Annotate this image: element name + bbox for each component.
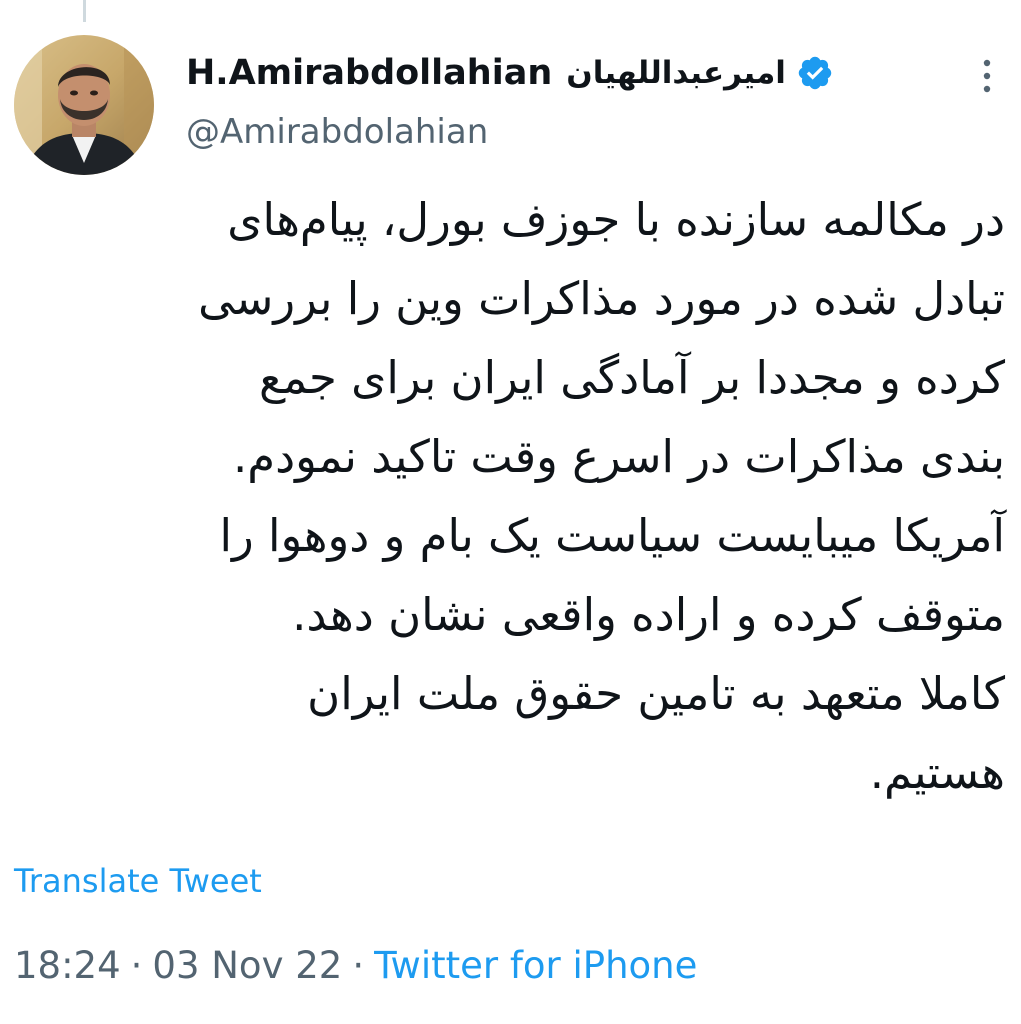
tweet-text-line: بندی مذاکرات در اسرع وقت تاکید نمودم. xyxy=(232,430,1005,483)
tweet-text-line: در مکالمه سازنده با جوزف بورل، پیام‌های xyxy=(227,193,1005,246)
more-vertical-icon[interactable] xyxy=(972,54,1002,98)
tweet-time[interactable]: 18:24 xyxy=(14,944,121,987)
meta-separator: · xyxy=(130,944,143,987)
author-handle[interactable]: @Amirabdolahian xyxy=(186,112,488,152)
tweet-metadata: 18:24 · 03 Nov 22 · Twitter for iPhone xyxy=(14,944,697,987)
author-name-row[interactable]: H.Amirabdollahian امیرعبداللهیان xyxy=(186,48,834,98)
tweet-text: در مکالمه سازنده با جوزف بورل، پیام‌های … xyxy=(5,180,1005,812)
tweet-text-line: متوقف کرده و اراده واقعی نشان دهد. xyxy=(292,588,1005,641)
translate-tweet-link[interactable]: Translate Tweet xyxy=(14,862,262,900)
author-display-name-persian[interactable]: امیرعبداللهیان xyxy=(566,55,786,91)
tweet-date[interactable]: 03 Nov 22 xyxy=(152,944,342,987)
verified-badge-icon xyxy=(796,54,834,92)
tweet-text-line: آمریکا میبایست سیاست یک بام و دوهوا را xyxy=(219,509,1005,562)
thread-connector-line xyxy=(83,0,86,22)
meta-separator: · xyxy=(352,944,365,987)
author-display-name[interactable]: H.Amirabdollahian xyxy=(186,53,552,93)
tweet-source-link[interactable]: Twitter for iPhone xyxy=(374,944,697,987)
tweet-text-line: کرده و مجددا بر آمادگی ایران برای جمع xyxy=(259,351,1005,404)
tweet-text-line: تبادل شده در مورد مذاکرات وین را بررسی xyxy=(198,272,1005,325)
avatar[interactable] xyxy=(14,35,154,175)
profile-photo xyxy=(14,35,154,175)
tweet-text-line: کاملا متعهد به تامین حقوق ملت ایران xyxy=(307,667,1005,720)
tweet-text-line: هستیم. xyxy=(869,746,1005,799)
